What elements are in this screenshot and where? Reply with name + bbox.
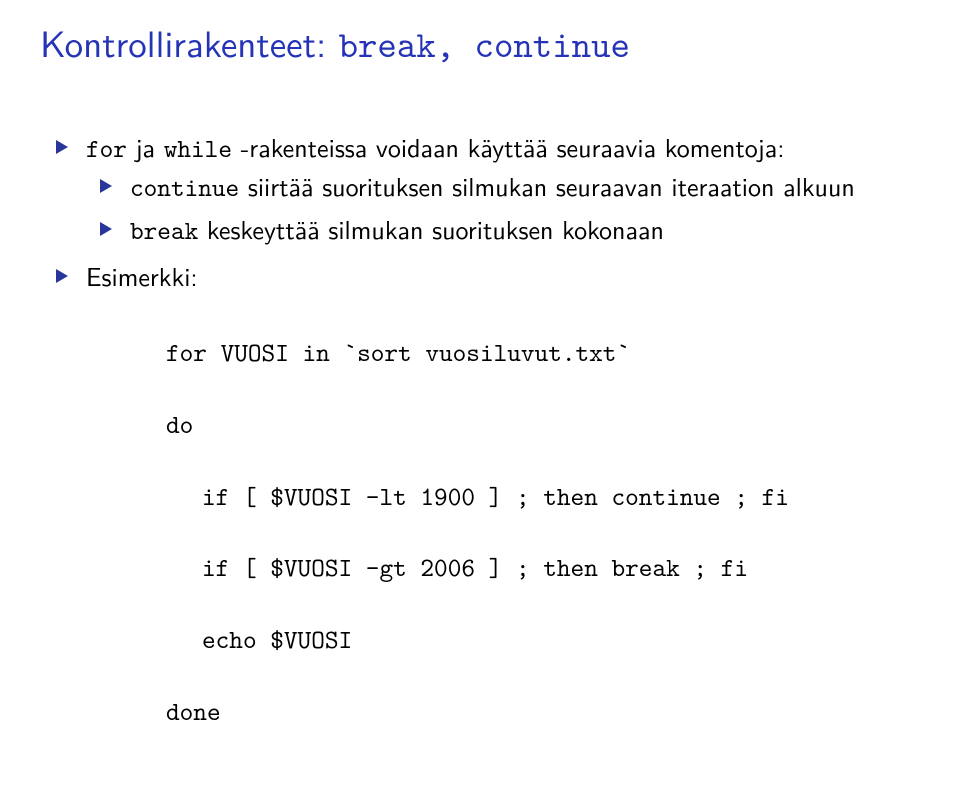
slide: Kontrollirakenteet: break, continue for … [0, 0, 960, 652]
bullet-item-1: for ja while -rakenteissa voidaan käyttä… [86, 130, 920, 249]
title-code: break, continue [339, 19, 630, 69]
text: ja [127, 128, 164, 166]
sub-item-continue: continue siirtää suorituksen silmukan se… [130, 169, 920, 206]
code-line: do [166, 408, 920, 444]
code-word-while: while [164, 132, 232, 166]
code-line: for VUOSI in `sort vuosiluvut.txt` [166, 336, 920, 372]
sub-list: continue siirtää suorituksen silmukan se… [86, 169, 920, 249]
text: siirtää suorituksen silmukan seuraavan i… [239, 167, 855, 205]
code-line: if [ $VUOSI -lt 1900 ] ; then continue ;… [202, 480, 920, 516]
code-word-for: for [86, 132, 127, 166]
code-word-break: break [130, 214, 198, 248]
code-line: echo $VUOSI [202, 623, 920, 659]
code-word-continue: continue [130, 171, 239, 205]
bullet-item-2: Esimerkki: for VUOSI in `sort vuosiluvut… [86, 259, 920, 802]
code-line: done [166, 695, 920, 731]
example-label: Esimerkki: [86, 257, 198, 295]
text: -rakenteissa voidaan käyttää seuraavia k… [232, 128, 784, 166]
sub-item-break: break keskeyttää silmukan suorituksen ko… [130, 212, 920, 249]
title-text: Kontrollirakenteet: [40, 15, 339, 69]
code-block: for VUOSI in `sort vuosiluvut.txt` do if… [166, 300, 920, 802]
bullet-icon [56, 269, 68, 283]
slide-title: Kontrollirakenteet: break, continue [40, 18, 920, 70]
text: keskeyttää silmukan suorituksen kokonaan [198, 210, 664, 248]
bullet-list: for ja while -rakenteissa voidaan käyttä… [40, 130, 920, 803]
bullet-icon [100, 179, 112, 193]
bullet-icon [56, 140, 68, 154]
bullet-icon [100, 222, 112, 236]
code-line: if [ $VUOSI -gt 2006 ] ; then break ; fi [202, 551, 920, 587]
